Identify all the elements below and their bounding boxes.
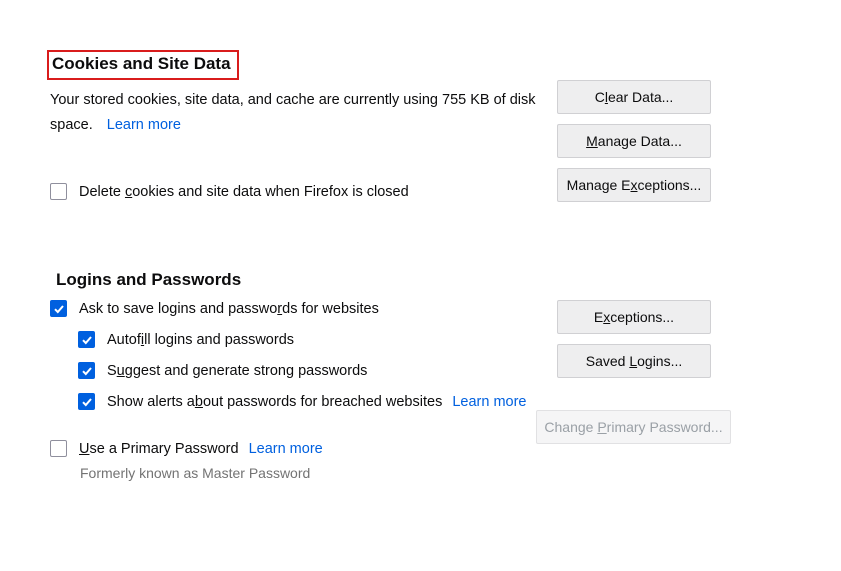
logins-exceptions-button[interactable]: Exceptions... (557, 300, 711, 334)
autofill-checkbox[interactable] (78, 331, 95, 348)
logins-heading: Logins and Passwords (56, 270, 791, 290)
logins-passwords-section: Exceptions... Saved Logins... Change Pri… (50, 270, 791, 481)
clear-data-button[interactable]: Clear Data... (557, 80, 711, 114)
manage-data-button[interactable]: Manage Data... (557, 124, 711, 158)
delete-on-close-label: Delete cookies and site data when Firefo… (79, 184, 409, 200)
saved-logins-button[interactable]: Saved Logins... (557, 344, 711, 378)
cookies-usage-text: Your stored cookies, site data, and cach… (50, 88, 550, 137)
alerts-label: Show alerts about passwords for breached… (107, 394, 442, 410)
alerts-checkbox[interactable] (78, 393, 95, 410)
autofill-label: Autofill logins and passwords (107, 332, 294, 348)
cookies-learn-more-link[interactable]: Learn more (107, 117, 181, 133)
heading-highlight: Cookies and Site Data (47, 50, 239, 80)
cookies-site-data-section: Clear Data... Manage Data... Manage Exce… (50, 50, 791, 200)
change-primary-password-button: Change Primary Password... (536, 410, 731, 444)
suggest-checkbox[interactable] (78, 362, 95, 379)
alerts-learn-more-link[interactable]: Learn more (452, 394, 526, 410)
suggest-label: Suggest and generate strong passwords (107, 363, 367, 379)
manage-exceptions-button[interactable]: Manage Exceptions... (557, 168, 711, 202)
primary-learn-more-link[interactable]: Learn more (249, 441, 323, 457)
primary-password-label: Use a Primary Password (79, 441, 239, 457)
ask-save-label: Ask to save logins and passwords for web… (79, 301, 379, 317)
primary-password-note: Formerly known as Master Password (80, 465, 791, 481)
primary-password-checkbox[interactable] (50, 440, 67, 457)
cookies-heading: Cookies and Site Data (50, 50, 791, 80)
delete-on-close-checkbox[interactable] (50, 183, 67, 200)
ask-save-checkbox[interactable] (50, 300, 67, 317)
